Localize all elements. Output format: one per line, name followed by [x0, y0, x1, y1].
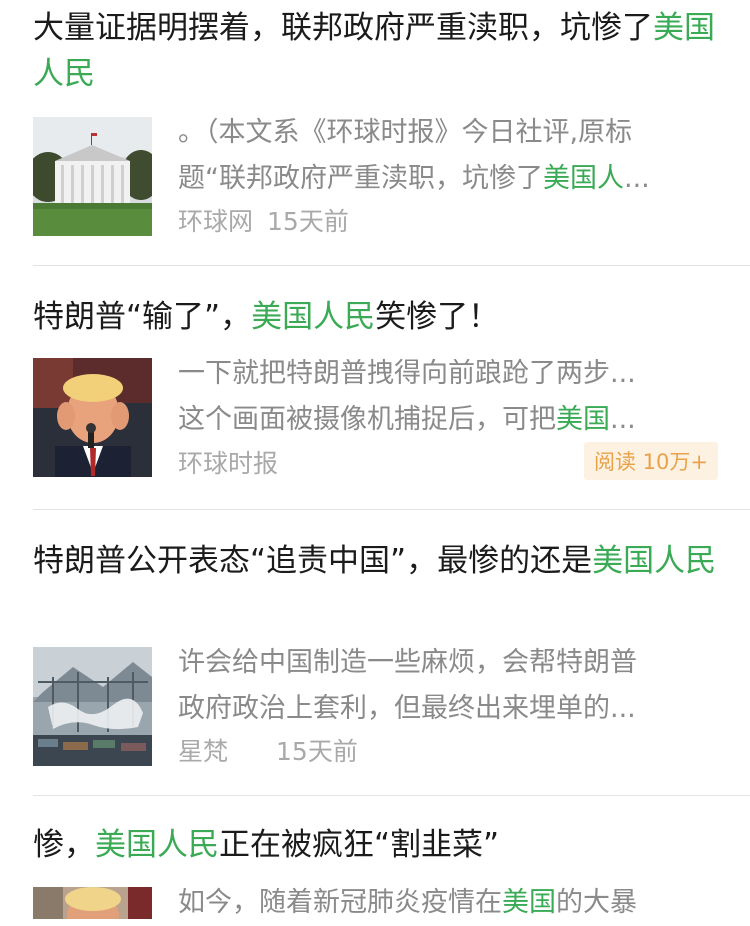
- article-card[interactable]: 大量证据明摆着，联邦政府严重渎职，坑惨了美国人民 。（本文系《环球时报》今日社评…: [0, 0, 750, 265]
- white-house-photo-icon: [33, 117, 152, 236]
- port-map-photo-icon: [33, 647, 152, 766]
- article-summary: 。（本文系《环球时报》今日社评,原标 题“联邦政府严重渎职，坑惨了美国人...: [178, 110, 718, 202]
- article-card[interactable]: 惨，美国人民正在被疯狂“割韭菜” 如今，随着新冠肺炎疫情在美国的大暴: [0, 796, 750, 919]
- article-title[interactable]: 特朗普公开表态“追责中国”，最惨的还是美国人民: [33, 538, 723, 584]
- text-segment: 的大暴: [556, 887, 637, 918]
- article-meta: 环球网 15天前: [178, 202, 718, 238]
- text-segment: ...: [610, 404, 636, 435]
- article-summary: 许会给中国制造一些麻烦，会帮特朗普 政府政治上套利，但最终出来埋单的...: [178, 640, 718, 732]
- text-segment: 特朗普公开表态“追责中国”，最惨的还是: [33, 543, 593, 579]
- text-segment: 大量证据明摆着，联邦政府严重渎职，坑惨了: [33, 10, 653, 46]
- text-segment: 一下就把特朗普拽得向前踉跄了两步...: [178, 358, 636, 389]
- trump-photo-icon: [33, 358, 152, 477]
- article-card[interactable]: 特朗普“输了”，美国人民笑惨了！ 一下就把特朗普拽得向前踉跄了两步... 这个画…: [0, 266, 750, 509]
- highlighted-keyword: 美国人民: [251, 299, 376, 335]
- article-thumbnail[interactable]: [33, 887, 152, 919]
- text-segment: 许会给中国制造一些麻烦，会帮特朗普: [178, 647, 637, 678]
- article-thumbnail[interactable]: [33, 358, 152, 477]
- article-title[interactable]: 特朗普“输了”，美国人民笑惨了！: [33, 294, 723, 340]
- text-segment: 如今，随着新冠肺炎疫情在: [178, 887, 502, 918]
- text-segment: 正在被疯狂“割韭菜”: [219, 827, 500, 863]
- text-segment: 笑惨了！: [375, 299, 500, 335]
- highlighted-keyword: 美国人民: [95, 827, 219, 863]
- text-segment: 题“联邦政府严重渎职，坑惨了: [178, 163, 543, 194]
- text-segment: 惨，: [33, 827, 95, 863]
- source-label: 环球网: [178, 207, 254, 236]
- text-segment: ...: [624, 163, 650, 194]
- article-title[interactable]: 惨，美国人民正在被疯狂“割韭菜”: [33, 822, 723, 868]
- article-thumbnail[interactable]: [33, 117, 152, 236]
- article-summary: 如今，随着新冠肺炎疫情在美国的大暴: [178, 880, 718, 926]
- source-label: 环球时报: [178, 449, 279, 478]
- trump-photo-2-icon: [33, 887, 152, 919]
- article-title[interactable]: 大量证据明摆着，联邦政府严重渎职，坑惨了美国人民: [33, 5, 723, 97]
- text-segment: 这个画面被摄像机捕捉后，可把: [178, 404, 556, 435]
- highlighted-keyword: 美国人民: [592, 543, 717, 579]
- article-summary: 一下就把特朗普拽得向前踉跄了两步... 这个画面被摄像机捕捉后，可把美国...: [178, 351, 718, 443]
- text-segment: 。（本文系《环球时报》今日社评,原标: [178, 117, 633, 148]
- text-segment: 特朗普“输了”，: [33, 299, 252, 335]
- time-label: 15天前: [267, 207, 349, 236]
- article-card[interactable]: 特朗普公开表态“追责中国”，最惨的还是美国人民 许会给中国制造一些麻烦，会帮特朗…: [0, 510, 750, 795]
- read-count-badge: 阅读 10万+: [584, 442, 718, 480]
- source-label: 星梵: [178, 737, 229, 766]
- highlighted-keyword: 美国: [502, 887, 556, 918]
- text-segment: 政府政治上套利，但最终出来埋单的...: [178, 693, 636, 724]
- time-label: 15天前: [276, 737, 358, 766]
- highlighted-keyword: 美国: [556, 404, 610, 435]
- search-results-feed: 大量证据明摆着，联邦政府严重渎职，坑惨了美国人民 。（本文系《环球时报》今日社评…: [0, 0, 750, 919]
- article-meta: 星梵 15天前: [178, 732, 718, 768]
- highlighted-keyword: 美国人: [543, 163, 624, 194]
- article-thumbnail[interactable]: [33, 647, 152, 766]
